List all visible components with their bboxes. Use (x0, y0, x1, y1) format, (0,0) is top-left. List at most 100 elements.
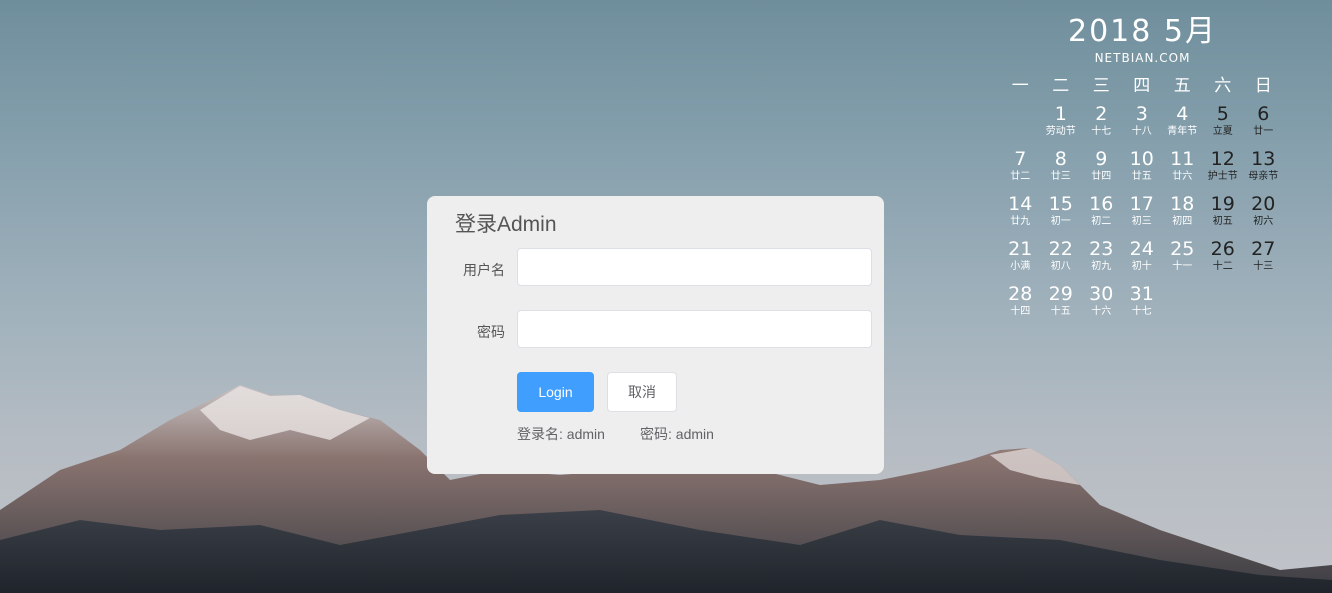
calendar-lunar-label: 十七 (1131, 306, 1152, 317)
calendar-day: 12 护士节 (1203, 148, 1244, 193)
calendar-weekday: 六 (1214, 76, 1232, 96)
calendar-weekday: 三 (1092, 76, 1110, 96)
calendar-empty-cell (1203, 283, 1244, 328)
calendar-day: 19 初五 (1203, 193, 1244, 238)
calendar-weekday: 五 (1173, 76, 1191, 96)
calendar-day-number: 6 (1257, 103, 1270, 125)
calendar-day-number: 24 (1129, 238, 1154, 260)
calendar-day-number: 20 (1251, 193, 1276, 215)
calendar-day-number: 30 (1089, 283, 1114, 305)
calendar-title: 2018 5月 (1068, 14, 1217, 49)
calendar-day: 1 劳动节 (1041, 103, 1082, 148)
calendar-weekday: 一 (1011, 76, 1029, 96)
login-button[interactable]: Login (517, 372, 594, 412)
calendar-day: 15 初一 (1041, 193, 1082, 238)
username-hint: 登录名: admin (517, 426, 605, 442)
calendar-lunar-label: 小满 (1010, 261, 1031, 272)
calendar-day-number: 31 (1129, 283, 1154, 305)
calendar-day: 29 十五 (1041, 283, 1082, 328)
calendar-day-number: 25 (1170, 238, 1195, 260)
calendar-day-number: 5 (1216, 103, 1229, 125)
calendar-lunar-label: 廿一 (1253, 126, 1274, 137)
calendar-day-number: 10 (1129, 148, 1154, 170)
calendar-lunar-label: 廿二 (1010, 171, 1031, 182)
calendar-day: 9 廿四 (1081, 148, 1122, 193)
calendar-day: 18 初四 (1162, 193, 1203, 238)
calendar-day: 20 初六 (1243, 193, 1284, 238)
calendar-day: 24 初十 (1122, 238, 1163, 283)
calendar-day-number: 2 (1095, 103, 1108, 125)
password-input[interactable] (517, 310, 872, 348)
calendar-lunar-label: 母亲节 (1248, 171, 1279, 182)
calendar-lunar-label: 立夏 (1212, 126, 1233, 137)
calendar-day: 31 十七 (1122, 283, 1163, 328)
calendar-lunar-label: 廿九 (1010, 216, 1031, 227)
calendar-lunar-label: 初六 (1253, 216, 1274, 227)
calendar-day: 22 初八 (1041, 238, 1082, 283)
calendar-lunar-label: 初一 (1050, 216, 1071, 227)
calendar-lunar-label: 十一 (1172, 261, 1193, 272)
calendar-day: 23 初九 (1081, 238, 1122, 283)
calendar-day-number: 17 (1129, 193, 1154, 215)
calendar-lunar-label: 十八 (1131, 126, 1152, 137)
calendar-day: 17 初三 (1122, 193, 1163, 238)
calendar-day-number: 16 (1089, 193, 1114, 215)
calendar-day: 3 十八 (1122, 103, 1163, 148)
calendar-day-number: 4 (1176, 103, 1189, 125)
calendar-day-number: 21 (1008, 238, 1033, 260)
calendar-lunar-label: 初三 (1131, 216, 1152, 227)
calendar-day-number: 11 (1170, 148, 1195, 170)
calendar-day-number: 14 (1008, 193, 1033, 215)
calendar-lunar-label: 初四 (1172, 216, 1193, 227)
login-title: 登录Admin (455, 213, 557, 236)
calendar-weekday-row: 一二三四五六日 (1000, 71, 1285, 97)
cancel-button[interactable]: 取消 (607, 372, 677, 412)
calendar-day-number: 26 (1210, 238, 1235, 260)
calendar-day-number: 18 (1170, 193, 1195, 215)
calendar-lunar-label: 廿六 (1172, 171, 1193, 182)
login-panel: 登录Admin 用户名 密码 Login 取消 登录名: admin 密码: a… (427, 196, 884, 474)
calendar-weekday: 二 (1052, 76, 1070, 96)
calendar-day: 8 廿三 (1041, 148, 1082, 193)
calendar-day: 6 廿一 (1243, 103, 1284, 148)
calendar-day: 26 十二 (1203, 238, 1244, 283)
calendar-day: 2 十七 (1081, 103, 1122, 148)
calendar-lunar-label: 护士节 (1207, 171, 1238, 182)
calendar-lunar-label: 劳动节 (1045, 126, 1076, 137)
calendar-empty-cell (1162, 283, 1203, 328)
calendar-lunar-label: 青年节 (1167, 126, 1198, 137)
calendar-day-number: 29 (1048, 283, 1073, 305)
calendar-lunar-label: 十六 (1091, 306, 1112, 317)
desktop-calendar-widget: 2018 5月 NETBIAN.COM 一二三四五六日 1 劳动节 2 十七 3 十八 4 青… (1000, 14, 1285, 328)
calendar-weekday: 日 (1254, 76, 1272, 96)
calendar-day-number: 12 (1210, 148, 1235, 170)
calendar-lunar-label: 十七 (1091, 126, 1112, 137)
password-label: 密码 (477, 324, 505, 340)
calendar-day: 27 十三 (1243, 238, 1284, 283)
calendar-lunar-label: 十五 (1050, 306, 1071, 317)
calendar-lunar-label: 廿四 (1091, 171, 1112, 182)
calendar-day-number: 9 (1095, 148, 1108, 170)
calendar-lunar-label: 廿五 (1131, 171, 1152, 182)
calendar-day: 13 母亲节 (1243, 148, 1284, 193)
calendar-day-number: 1 (1054, 103, 1067, 125)
username-input[interactable] (517, 248, 872, 286)
calendar-lunar-label: 十三 (1253, 261, 1274, 272)
calendar-site: NETBIAN.COM (1094, 51, 1191, 65)
calendar-day: 25 十一 (1162, 238, 1203, 283)
calendar-day-grid: 1 劳动节 2 十七 3 十八 4 青年节 5 立夏 6 廿一 7 廿二 8 廿三 9 廿四 10 廿五 11 廿六 12 护… (1000, 103, 1285, 328)
calendar-empty-cell (1000, 103, 1041, 148)
calendar-day-number: 22 (1048, 238, 1073, 260)
calendar-day: 4 青年节 (1162, 103, 1203, 148)
calendar-day-number: 8 (1054, 148, 1067, 170)
password-hint: 密码: admin (640, 426, 714, 442)
calendar-day-number: 3 (1135, 103, 1148, 125)
calendar-day: 7 廿二 (1000, 148, 1041, 193)
calendar-day-number: 23 (1089, 238, 1114, 260)
calendar-day: 10 廿五 (1122, 148, 1163, 193)
calendar-day: 5 立夏 (1203, 103, 1244, 148)
calendar-day-number: 15 (1048, 193, 1073, 215)
calendar-lunar-label: 廿三 (1050, 171, 1071, 182)
calendar-lunar-label: 初八 (1050, 261, 1071, 272)
calendar-lunar-label: 十四 (1010, 306, 1031, 317)
